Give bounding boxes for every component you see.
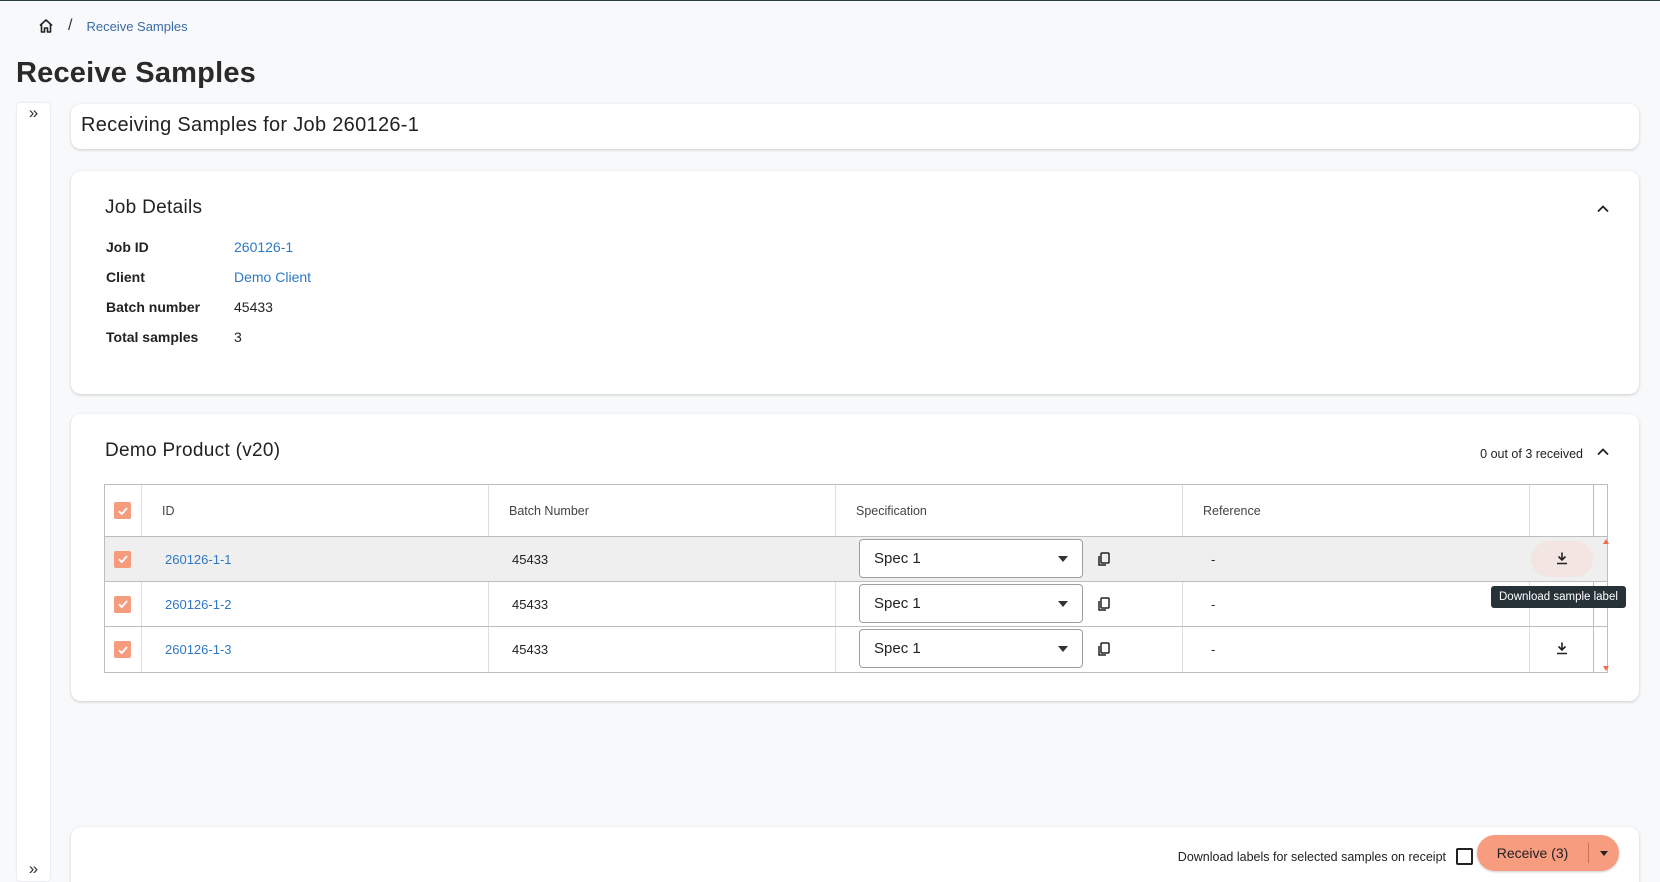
breadcrumb-current[interactable]: Receive Samples bbox=[86, 19, 187, 34]
column-header-reference[interactable]: Reference bbox=[1203, 485, 1261, 536]
specification-value: Spec 1 bbox=[874, 550, 921, 567]
sample-batch: 45433 bbox=[512, 596, 549, 612]
home-icon[interactable] bbox=[38, 18, 54, 34]
received-status: 0 out of 3 received bbox=[1480, 447, 1583, 461]
job-id-link[interactable]: 260126-1 bbox=[234, 239, 293, 255]
batch-number-value: 45433 bbox=[234, 299, 273, 315]
specification-select[interactable]: Spec 1 bbox=[859, 584, 1083, 623]
table-row: 260126-1-1 45433 Spec 1 - bbox=[105, 537, 1607, 582]
select-all-checkbox[interactable] bbox=[114, 502, 131, 519]
side-panel-rail: » » bbox=[17, 103, 50, 881]
copy-icon[interactable] bbox=[1096, 596, 1112, 612]
total-samples-field: Total samples 3 bbox=[106, 329, 242, 345]
job-id-label: Job ID bbox=[106, 239, 149, 255]
download-icon[interactable] bbox=[1554, 640, 1570, 656]
dropdown-caret-icon bbox=[1600, 850, 1608, 856]
copy-icon[interactable] bbox=[1096, 641, 1112, 657]
check-icon bbox=[117, 600, 128, 609]
dropdown-caret-icon bbox=[1058, 646, 1068, 652]
expand-panel-top-button[interactable]: » bbox=[17, 103, 50, 123]
receiving-header-card: Receiving Samples for Job 260126-1 bbox=[71, 104, 1639, 149]
collapse-chevron-icon[interactable] bbox=[1595, 201, 1611, 217]
product-title: Demo Product (v20) bbox=[105, 440, 281, 461]
batch-number-field: Batch number 45433 bbox=[106, 299, 273, 315]
table-header-row: ID Batch Number Specification Reference bbox=[105, 485, 1607, 537]
row-checkbox[interactable] bbox=[114, 641, 131, 658]
specification-value: Spec 1 bbox=[874, 595, 921, 612]
table-row: 260126-1-3 45433 Spec 1 - bbox=[105, 627, 1607, 672]
client-label: Client bbox=[106, 269, 145, 285]
dropdown-caret-icon bbox=[1058, 556, 1068, 562]
sample-id-link[interactable]: 260126-1-3 bbox=[165, 627, 232, 672]
breadcrumb: / Receive Samples bbox=[38, 17, 188, 35]
download-tooltip: Download sample label bbox=[1491, 586, 1626, 608]
batch-number-label: Batch number bbox=[106, 299, 201, 315]
specification-value: Spec 1 bbox=[874, 640, 921, 657]
column-header-specification[interactable]: Specification bbox=[856, 485, 927, 536]
dropdown-caret-icon bbox=[1058, 601, 1068, 607]
breadcrumb-separator: / bbox=[68, 17, 73, 34]
copy-icon[interactable] bbox=[1096, 551, 1112, 567]
receive-options-dropdown[interactable] bbox=[1589, 850, 1619, 856]
receive-button[interactable]: Receive (3) bbox=[1477, 835, 1619, 871]
download-labels-option: Download labels for selected samples on … bbox=[1178, 848, 1473, 865]
receive-button-label: Receive (3) bbox=[1477, 843, 1589, 863]
footer-action-bar: Download labels for selected samples on … bbox=[71, 827, 1639, 882]
client-link[interactable]: Demo Client bbox=[234, 269, 311, 285]
job-details-title: Job Details bbox=[105, 197, 203, 218]
sample-reference: - bbox=[1211, 551, 1216, 567]
download-icon[interactable] bbox=[1554, 550, 1570, 566]
page-title: Receive Samples bbox=[16, 57, 256, 89]
column-header-batch[interactable]: Batch Number bbox=[509, 485, 589, 536]
sample-id-link[interactable]: 260126-1-1 bbox=[165, 537, 232, 581]
specification-select[interactable]: Spec 1 bbox=[859, 539, 1083, 578]
sample-reference: - bbox=[1211, 596, 1216, 612]
table-row: 260126-1-2 45433 Spec 1 - bbox=[105, 582, 1607, 627]
scroll-down-arrow-icon[interactable] bbox=[1603, 666, 1609, 671]
samples-table: ID Batch Number Specification Reference … bbox=[104, 484, 1609, 673]
sample-reference: - bbox=[1211, 642, 1216, 657]
sample-batch: 45433 bbox=[512, 642, 549, 657]
product-card: Demo Product (v20) 0 out of 3 received I… bbox=[71, 414, 1639, 701]
check-icon bbox=[117, 506, 128, 515]
download-labels-label: Download labels for selected samples on … bbox=[1177, 849, 1446, 864]
total-samples-value: 3 bbox=[234, 329, 242, 345]
column-header-id[interactable]: ID bbox=[162, 485, 175, 536]
download-labels-checkbox[interactable] bbox=[1456, 848, 1473, 865]
job-id-field: Job ID 260126-1 bbox=[106, 239, 293, 255]
total-samples-label: Total samples bbox=[106, 329, 199, 345]
check-icon bbox=[117, 645, 128, 654]
collapse-chevron-icon[interactable] bbox=[1595, 444, 1611, 460]
receiving-header-title: Receiving Samples for Job 260126-1 bbox=[81, 114, 420, 136]
sample-id-link[interactable]: 260126-1-2 bbox=[165, 582, 232, 626]
sample-batch: 45433 bbox=[512, 551, 549, 567]
client-field: Client Demo Client bbox=[106, 269, 311, 285]
expand-panel-bottom-button[interactable]: » bbox=[17, 859, 50, 879]
job-details-card: Job Details Job ID 260126-1 Client Demo … bbox=[71, 171, 1639, 394]
specification-select[interactable]: Spec 1 bbox=[859, 629, 1083, 668]
scroll-up-arrow-icon[interactable] bbox=[1603, 539, 1609, 544]
row-checkbox[interactable] bbox=[114, 550, 131, 568]
row-checkbox[interactable] bbox=[114, 595, 131, 613]
check-icon bbox=[117, 555, 128, 564]
